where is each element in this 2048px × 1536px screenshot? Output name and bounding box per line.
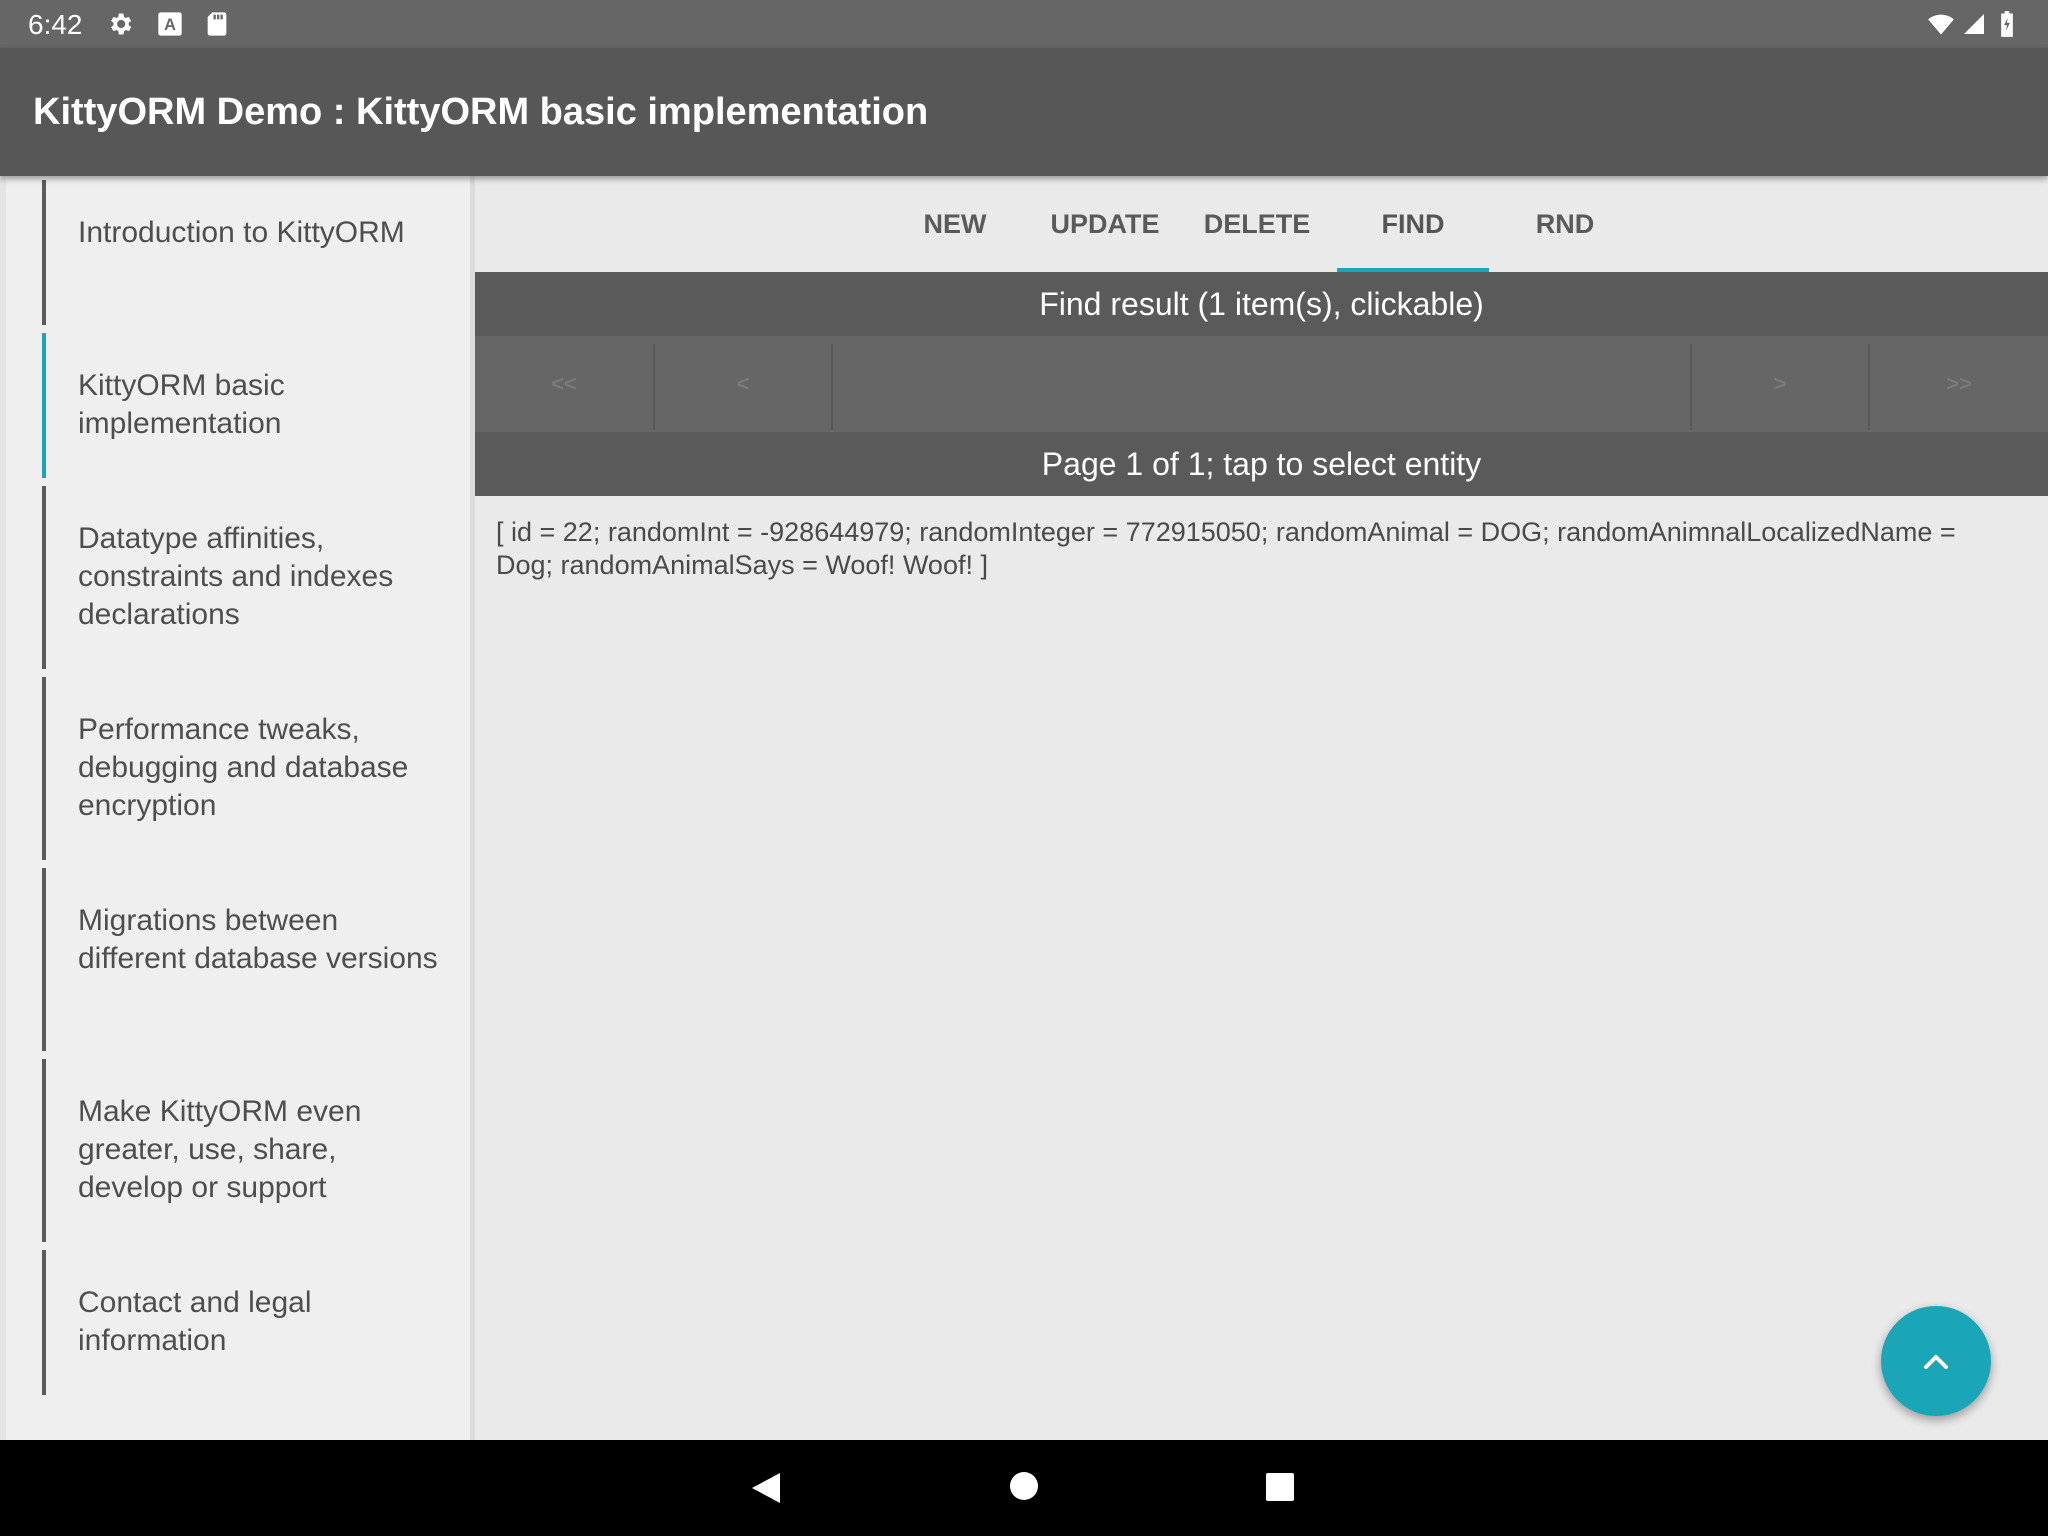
sidebar-item-label: KittyORM basic implementation <box>78 369 285 440</box>
sd-card-icon <box>207 12 227 36</box>
sidebar-item-migrations[interactable]: Migrations between different database ve… <box>42 868 462 1051</box>
sidebar-item-indicator <box>42 677 46 860</box>
pager-last-button[interactable]: >> <box>1870 336 2048 432</box>
result-header: Find result (1 item(s), clickable) <box>475 272 2048 336</box>
status-bar: 6:42 A <box>0 0 2048 48</box>
tab-delete[interactable]: DELETE <box>1187 176 1327 272</box>
sidebar-item-label: Make KittyORM even greater, use, share, … <box>78 1095 362 1204</box>
status-time: 6:42 <box>28 9 83 40</box>
gear-icon <box>111 13 132 35</box>
home-icon[interactable] <box>1009 1471 1039 1501</box>
back-icon[interactable] <box>748 1470 784 1506</box>
keyboard-a-icon: A <box>158 12 182 36</box>
app-bar: KittyORM Demo : KittyORM basic implement… <box>0 48 2048 176</box>
wifi-icon <box>1928 14 1954 35</box>
sidebar-item-indicator <box>42 868 46 1051</box>
sidebar-item-introduction[interactable]: Introduction to KittyORM <box>42 180 462 325</box>
page-info: Page 1 of 1; tap to select entity <box>475 432 2048 496</box>
sidebar-item-indicator <box>42 1250 46 1395</box>
sidebar-item-make-greater[interactable]: Make KittyORM even greater, use, share, … <box>42 1059 462 1242</box>
scroll-up-fab[interactable] <box>1881 1306 1991 1416</box>
sidebar-item-indicator <box>42 180 46 325</box>
sidebar-item-label: Datatype affinities, constraints and ind… <box>78 522 394 631</box>
sidebar-item-label: Contact and legal information <box>78 1286 312 1357</box>
svg-text:A: A <box>164 16 176 34</box>
sidebar-item-performance-tweaks[interactable]: Performance tweaks, debugging and databa… <box>42 677 462 860</box>
tab-new[interactable]: NEW <box>885 176 1025 272</box>
signal-icon <box>1964 14 1984 34</box>
sidebar-edge <box>0 176 6 1440</box>
entity-list-item[interactable]: [ id = 22; randomInt = -928644979; rando… <box>496 516 2016 582</box>
app-title: KittyORM Demo : KittyORM basic implement… <box>33 91 929 133</box>
sidebar-item-label: Introduction to KittyORM <box>78 216 405 249</box>
tab-rnd[interactable]: RND <box>1495 176 1635 272</box>
pager-first-button[interactable]: << <box>475 336 653 432</box>
sidebar-item-indicator <box>42 1059 46 1242</box>
pager-divider <box>831 344 833 430</box>
tab-find[interactable]: FIND <box>1337 176 1489 272</box>
sidebar-item-indicator <box>42 333 46 478</box>
pager: << < > >> <box>475 336 2048 432</box>
recents-icon[interactable] <box>1265 1472 1295 1502</box>
sidebar-item-contact-legal[interactable]: Contact and legal information <box>42 1250 462 1395</box>
action-tabs: NEW UPDATE DELETE FIND RND <box>475 176 2048 272</box>
system-nav-bar <box>0 1440 2048 1536</box>
sidebar-item-label: Performance tweaks, debugging and databa… <box>78 713 409 822</box>
pager-next-button[interactable]: > <box>1692 336 1868 432</box>
tab-update[interactable]: UPDATE <box>1035 176 1175 272</box>
sidebar-item-label: Migrations between different database ve… <box>78 904 438 975</box>
sidebar-item-basic-implementation[interactable]: KittyORM basic implementation <box>42 333 462 478</box>
sidebar-item-indicator <box>42 486 46 669</box>
sidebar-item-datatype-affinities[interactable]: Datatype affinities, constraints and ind… <box>42 486 462 669</box>
chevron-up-icon <box>1924 1355 1948 1369</box>
pager-prev-button[interactable]: < <box>655 336 831 432</box>
battery-icon <box>2001 11 2013 37</box>
